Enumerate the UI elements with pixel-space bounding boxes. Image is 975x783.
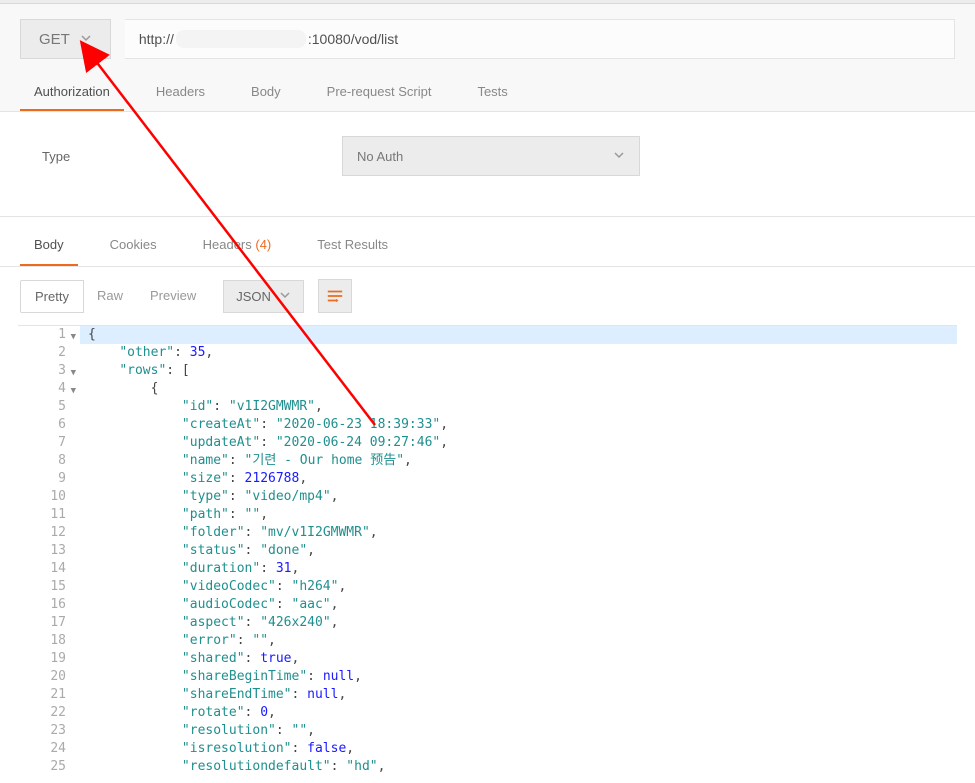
line-number: 7 [18, 434, 66, 452]
request-tabs: Authorization Headers Body Pre-request Scri… [0, 74, 975, 112]
http-method-label: GET [39, 31, 70, 48]
tab-authorization[interactable]: Authorization [20, 74, 124, 111]
auth-section: Type No Auth [0, 112, 975, 217]
code-line[interactable]: "status": "done", [80, 542, 957, 560]
line-number: 20 [18, 668, 66, 686]
line-gutter: 1▼23▼4▼567891011121314151617181920212223… [18, 326, 80, 776]
tab-pre-request-script[interactable]: Pre-request Script [313, 74, 446, 111]
code-line[interactable]: "size": 2126788, [80, 470, 957, 488]
code-line[interactable]: "resolution": "", [80, 722, 957, 740]
code-line[interactable]: "resolutiondefault": "hd", [80, 758, 957, 776]
code-line[interactable]: "aspect": "426x240", [80, 614, 957, 632]
code-line[interactable]: "shared": true, [80, 650, 957, 668]
body-format-label: JSON [236, 289, 271, 304]
code-line[interactable]: "type": "video/mp4", [80, 488, 957, 506]
line-number: 8 [18, 452, 66, 470]
code-line[interactable]: "path": "", [80, 506, 957, 524]
code-line[interactable]: "folder": "mv/v1I2GMWMR", [80, 524, 957, 542]
code-line[interactable]: { [80, 380, 957, 398]
line-number: 13 [18, 542, 66, 560]
line-number: 22 [18, 704, 66, 722]
response-tab-body[interactable]: Body [20, 225, 78, 266]
body-format-dropdown[interactable]: JSON [223, 280, 304, 313]
body-viewer-controls: PrettyRawPreview JSON [0, 267, 975, 325]
response-tabs: Body Cookies Headers (4) Test Results [0, 225, 975, 267]
line-number: 5 [18, 398, 66, 416]
code-line[interactable]: "error": "", [80, 632, 957, 650]
line-number: 3▼ [18, 362, 66, 380]
fold-toggle-icon[interactable]: ▼ [71, 364, 76, 382]
code-line[interactable]: "audioCodec": "aac", [80, 596, 957, 614]
auth-type-value: No Auth [357, 149, 403, 164]
response-tab-cookies[interactable]: Cookies [96, 225, 171, 266]
response-tab-test-results[interactable]: Test Results [303, 225, 402, 266]
code-line[interactable]: "name": "기련 - Our home 预告", [80, 452, 957, 470]
line-number: 14 [18, 560, 66, 578]
line-number: 18 [18, 632, 66, 650]
code-line[interactable]: "shareEndTime": null, [80, 686, 957, 704]
request-row: GET http:// :10080/vod/list [0, 4, 975, 74]
code-line[interactable]: "id": "v1I2GMWMR", [80, 398, 957, 416]
url-redacted [176, 30, 306, 48]
wrap-lines-toggle[interactable] [318, 279, 352, 313]
viewer-mode-pretty[interactable]: Pretty [20, 280, 84, 313]
code-line[interactable]: "rows": [ [80, 362, 957, 380]
url-text-suffix: :10080/vod/list [308, 31, 398, 47]
code-line[interactable]: "shareBeginTime": null, [80, 668, 957, 686]
code-line[interactable]: "other": 35, [80, 344, 957, 362]
auth-type-dropdown[interactable]: No Auth [342, 136, 640, 176]
code-line[interactable]: "isresolution": false, [80, 740, 957, 758]
http-method-dropdown[interactable]: GET [20, 19, 111, 59]
url-input[interactable]: http:// :10080/vod/list [125, 19, 955, 59]
code-line[interactable]: "videoCodec": "h264", [80, 578, 957, 596]
line-number: 1▼ [18, 326, 66, 344]
line-number: 10 [18, 488, 66, 506]
line-number: 24 [18, 740, 66, 758]
code-line[interactable]: "createAt": "2020-06-23 18:39:33", [80, 416, 957, 434]
chevron-down-icon [80, 31, 92, 48]
viewer-mode-preview[interactable]: Preview [136, 280, 210, 313]
line-number: 15 [18, 578, 66, 596]
auth-type-label: Type [42, 149, 342, 164]
fold-toggle-icon[interactable]: ▼ [71, 328, 76, 346]
line-number: 25 [18, 758, 66, 776]
chevron-down-icon [279, 289, 291, 304]
tab-headers[interactable]: Headers [142, 74, 219, 111]
code-line[interactable]: "rotate": 0, [80, 704, 957, 722]
tab-tests[interactable]: Tests [463, 74, 521, 111]
line-number: 2 [18, 344, 66, 362]
line-number: 21 [18, 686, 66, 704]
line-number: 23 [18, 722, 66, 740]
code-line[interactable]: { [80, 326, 957, 344]
response-body-code[interactable]: { "other": 35, "rows": [ { "id": "v1I2GM… [80, 326, 957, 776]
fold-toggle-icon[interactable]: ▼ [71, 382, 76, 400]
viewer-mode-raw[interactable]: Raw [83, 280, 137, 313]
response-tab-headers[interactable]: Headers (4) [189, 225, 286, 266]
line-number: 17 [18, 614, 66, 632]
wrap-icon [326, 289, 344, 303]
line-number: 9 [18, 470, 66, 488]
line-number: 12 [18, 524, 66, 542]
line-number: 11 [18, 506, 66, 524]
code-line[interactable]: "updateAt": "2020-06-24 09:27:46", [80, 434, 957, 452]
line-number: 16 [18, 596, 66, 614]
response-body-editor[interactable]: 1▼23▼4▼567891011121314151617181920212223… [18, 325, 957, 776]
tab-body[interactable]: Body [237, 74, 295, 111]
url-text-prefix: http:// [139, 31, 174, 47]
chevron-down-icon [613, 149, 625, 164]
line-number: 6 [18, 416, 66, 434]
line-number: 19 [18, 650, 66, 668]
line-number: 4▼ [18, 380, 66, 398]
code-line[interactable]: "duration": 31, [80, 560, 957, 578]
